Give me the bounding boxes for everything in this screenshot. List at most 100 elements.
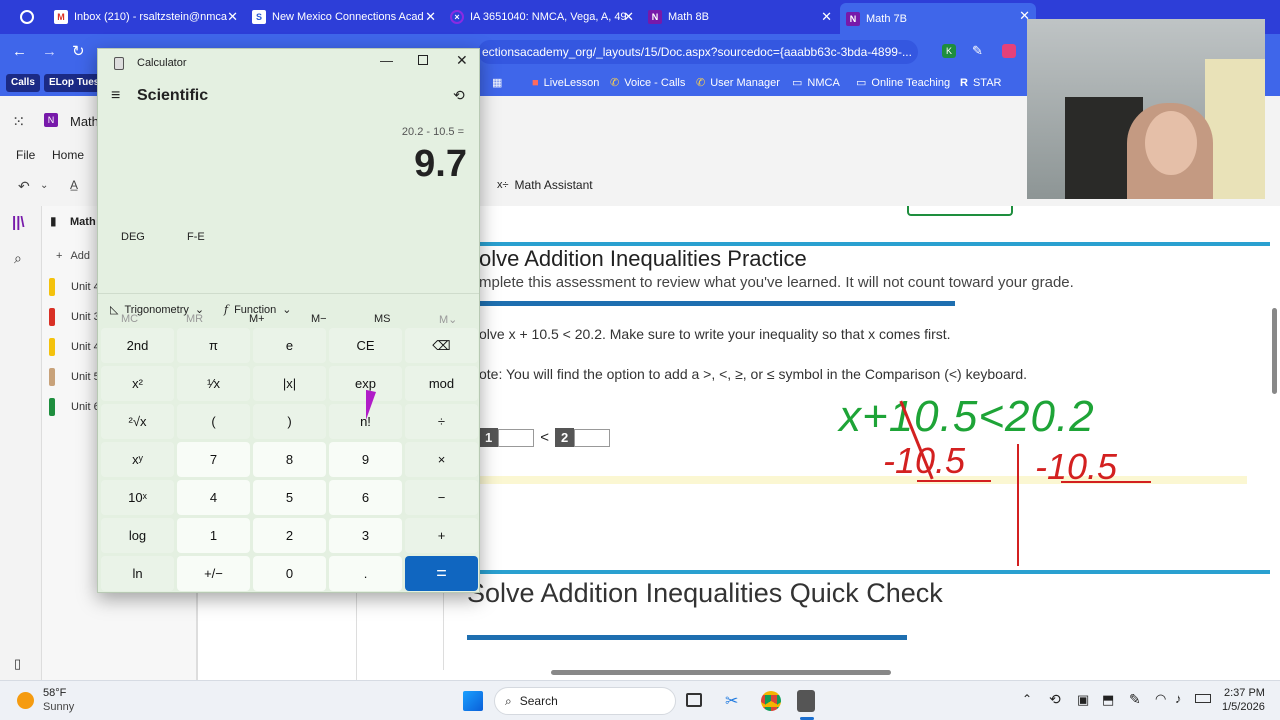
trigonometry-dropdown[interactable]: ◺ Trigonometry ⌄ [110, 303, 204, 317]
memory-list-button[interactable]: M⌄ [439, 313, 457, 326]
reload-icon[interactable]: ↻ [72, 42, 85, 60]
undo-icon[interactable]: ↶ [18, 178, 30, 195]
tab-nmca[interactable]: S New Mexico Connections Acad ✕ [246, 4, 442, 30]
sync-icon[interactable]: ⟲ [1049, 691, 1061, 708]
horizontal-scrollbar[interactable] [551, 670, 891, 675]
taskbar-search[interactable]: ⌕ Search [494, 687, 676, 715]
close-icon[interactable]: ✕ [227, 9, 238, 25]
forward-icon[interactable]: → [42, 43, 57, 60]
multiply-button[interactable]: × [405, 442, 478, 477]
close-icon[interactable]: ✕ [623, 9, 634, 25]
extension-icon[interactable] [1002, 44, 1016, 58]
format-icon[interactable]: A̲ [70, 178, 78, 192]
section-unit[interactable]: Unit 5 [42, 366, 100, 388]
bookmark-user-manager[interactable]: ✆ User Manager [696, 74, 780, 92]
angle-unit-button[interactable]: DEG [121, 231, 145, 243]
bookmark-calls[interactable]: Calls [6, 74, 40, 92]
screen-icon[interactable]: ▣ [1077, 692, 1089, 708]
close-icon[interactable]: ✕ [425, 9, 436, 25]
vertical-scrollbar[interactable] [1272, 308, 1277, 394]
back-icon[interactable]: ← [12, 43, 27, 60]
digit-7-button[interactable]: 7 [177, 442, 250, 477]
digit-6-button[interactable]: 6 [329, 480, 402, 515]
function-dropdown[interactable]: f Function ⌄ [224, 303, 292, 316]
memory-subtract-button[interactable]: M− [311, 313, 327, 325]
apps-icon[interactable]: ▦ [492, 74, 502, 92]
windows-start-icon[interactable] [463, 691, 483, 711]
tab-math-8b[interactable]: N Math 8B ✕ [642, 4, 838, 30]
maximize-icon[interactable] [418, 55, 428, 65]
wifi-icon[interactable]: ◠ [1155, 691, 1166, 707]
history-icon[interactable]: ⟲ [453, 87, 465, 104]
chevron-up-icon[interactable]: ⌃ [1022, 692, 1032, 706]
device-icon[interactable]: ⬒ [1102, 692, 1114, 708]
snipping-tool-icon[interactable]: ✂ [725, 691, 738, 711]
chrome-icon[interactable] [761, 691, 781, 711]
close-paren-button[interactable]: ) [253, 404, 326, 439]
app-launcher-icon[interactable]: ⁙ [12, 112, 25, 132]
section-unit[interactable]: Unit 4 [42, 276, 100, 298]
calculator-app-icon[interactable] [797, 690, 815, 712]
memory-store-button[interactable]: MS [374, 313, 391, 325]
square-button[interactable]: x² [101, 366, 174, 401]
tab-math-7b[interactable]: N Math 7B ✕ [840, 3, 1036, 34]
subtract-button[interactable]: − [405, 480, 478, 515]
digit-9-button[interactable]: 9 [329, 442, 402, 477]
volume-icon[interactable]: ♪ [1175, 691, 1182, 706]
bookmark-online-teaching[interactable]: ▭ Online Teaching [856, 74, 950, 92]
second-function-button[interactable]: 2nd [101, 328, 174, 363]
decimal-button[interactable]: . [329, 556, 402, 591]
log-button[interactable]: log [101, 518, 174, 553]
task-view-icon[interactable] [686, 693, 702, 707]
url-field[interactable]: ectionsacademy_org/_layouts/15/Doc.aspx?… [478, 40, 918, 64]
add-section-button[interactable]: + Add [56, 250, 90, 262]
bookmark-elop[interactable]: ELop Tues [44, 74, 105, 92]
menu-home[interactable]: Home [52, 148, 84, 162]
clock-date[interactable]: 1/5/2026 [1222, 701, 1265, 713]
backspace-button[interactable]: ⌫ [405, 328, 478, 363]
bookmark-nmca[interactable]: ▭ NMCA [792, 74, 840, 92]
fe-button[interactable]: F-E [187, 231, 205, 243]
hamburger-menu-icon[interactable]: ≡ [111, 87, 120, 105]
digit-1-button[interactable]: 1 [177, 518, 250, 553]
add-button[interactable]: + [405, 518, 478, 553]
chevron-down-icon[interactable]: ⌄ [40, 180, 48, 191]
negate-button[interactable]: +/− [177, 556, 250, 591]
digit-0-button[interactable]: 0 [253, 556, 326, 591]
open-paren-button[interactable]: ( [177, 404, 250, 439]
digit-5-button[interactable]: 5 [253, 480, 326, 515]
power-button[interactable]: xʸ [101, 442, 174, 477]
bookmark-voice-calls[interactable]: ✆ Voice - Calls [610, 74, 685, 92]
equals-button[interactable]: = [405, 556, 478, 591]
divide-button[interactable]: ÷ [405, 404, 478, 439]
search-icon[interactable]: ⌕ [14, 250, 22, 267]
tab-inbox[interactable]: M Inbox (210) - rsaltzstein@nmca ✕ [48, 4, 244, 30]
digit-3-button[interactable]: 3 [329, 518, 402, 553]
bookmark-star[interactable]: R STAR [960, 74, 1001, 92]
bookmark-livelesson[interactable]: ■ LiveLesson [532, 74, 599, 92]
battery-icon[interactable] [1195, 694, 1211, 703]
mod-button[interactable]: mod [405, 366, 478, 401]
minimize-icon[interactable]: — [380, 53, 393, 68]
pi-button[interactable]: π [177, 328, 250, 363]
answer-input[interactable] [574, 428, 611, 447]
section-unit[interactable]: Unit 6 [42, 396, 100, 418]
clock-time[interactable]: 2:37 PM [1224, 687, 1265, 699]
extension-icon[interactable]: K [942, 44, 956, 58]
device-icon[interactable]: ▯ [14, 656, 21, 672]
clear-entry-button[interactable]: CE [329, 328, 402, 363]
section-unit[interactable]: Unit 4 [42, 336, 100, 358]
square-root-button[interactable]: ²√x [101, 404, 174, 439]
digit-4-button[interactable]: 4 [177, 480, 250, 515]
pen-icon[interactable]: ✎ [1129, 691, 1141, 708]
pen-icon[interactable]: ✎ [972, 43, 983, 59]
notebooks-icon[interactable]: ||\ [12, 214, 25, 231]
menu-file[interactable]: File [16, 148, 35, 162]
close-icon[interactable]: ✕ [456, 52, 468, 69]
tab-ia[interactable]: × IA 3651040: NMCA, Vega, A, 49 ✕ [444, 4, 640, 30]
digit-2-button[interactable]: 2 [253, 518, 326, 553]
ten-power-button[interactable]: 10ˣ [101, 480, 174, 515]
ln-button[interactable]: ln [101, 556, 174, 591]
reciprocal-button[interactable]: ¹⁄x [177, 366, 250, 401]
digit-8-button[interactable]: 8 [253, 442, 326, 477]
